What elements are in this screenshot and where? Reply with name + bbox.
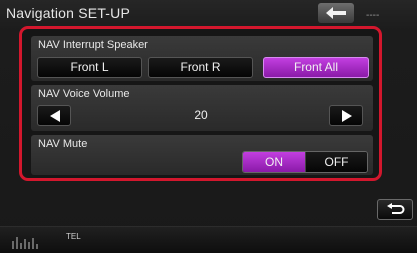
volume-down-button[interactable] xyxy=(37,105,71,126)
mute-on-button[interactable]: ON xyxy=(243,152,305,172)
volume-up-button[interactable] xyxy=(329,105,363,126)
mute-off-button[interactable]: OFF xyxy=(305,152,367,172)
top-right-status: ---- xyxy=(366,10,380,21)
front-l-button[interactable]: Front L xyxy=(37,57,142,78)
voice-volume-section: NAV Voice Volume 20 xyxy=(31,85,373,131)
triangle-right-icon xyxy=(342,110,352,122)
settings-panel: NAV Interrupt Speaker Front L Front R Fr… xyxy=(19,26,382,181)
voice-volume-label: NAV Voice Volume xyxy=(38,88,130,100)
interrupt-speaker-section: NAV Interrupt Speaker Front L Front R Fr… xyxy=(31,36,373,81)
page-title: Navigation SET-UP xyxy=(6,5,131,21)
equalizer-icon[interactable] xyxy=(12,235,42,249)
front-r-button[interactable]: Front R xyxy=(148,57,253,78)
nav-mute-label: NAV Mute xyxy=(38,138,88,150)
triangle-left-icon xyxy=(50,110,60,122)
nav-mute-section: NAV Mute ON OFF xyxy=(31,135,373,175)
return-button[interactable] xyxy=(377,199,413,220)
return-icon xyxy=(387,203,405,214)
tel-label[interactable]: TEL xyxy=(66,232,81,241)
volume-value: 20 xyxy=(194,108,208,122)
nav-mute-toggle: ON OFF xyxy=(242,151,368,173)
interrupt-speaker-label: NAV Interrupt Speaker xyxy=(38,39,148,51)
bottom-bar: TEL xyxy=(0,226,417,253)
navigation-setup-screen: Navigation SET-UP ---- NAV Interrupt Spe… xyxy=(0,0,417,253)
top-back-button[interactable] xyxy=(318,3,354,23)
front-all-button[interactable]: Front All xyxy=(263,57,369,78)
back-arrow-icon xyxy=(326,7,346,19)
